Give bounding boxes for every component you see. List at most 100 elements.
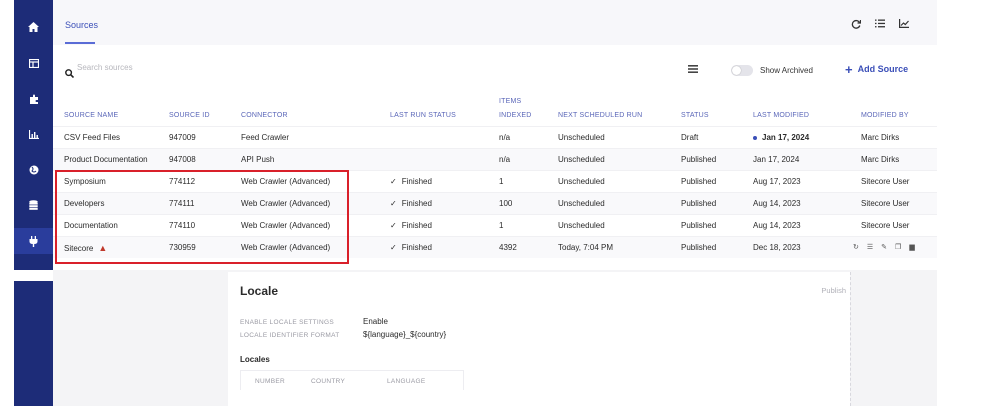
source-id: 947009 bbox=[169, 133, 196, 142]
table-row[interactable]: Product Documentation 947008 API Push n/… bbox=[53, 148, 937, 170]
check-icon: ✓ bbox=[390, 221, 397, 230]
database-icon[interactable] bbox=[14, 192, 53, 218]
items-indexed: 100 bbox=[499, 199, 513, 208]
items-indexed: 1 bbox=[499, 177, 504, 186]
modified-by: Marc Dirks bbox=[861, 155, 900, 164]
sources-page: Sources Show Archived + Add Source bbox=[0, 0, 982, 406]
locale-format-label: LOCALE IDENTIFIER FORMAT bbox=[240, 332, 340, 339]
next-scheduled-run: Today, 7:04 PM bbox=[558, 243, 613, 252]
col-source-name[interactable]: SOURCE NAME bbox=[64, 110, 118, 121]
last-modified-value: Jan 17, 2024 bbox=[762, 133, 810, 142]
source-id: 947008 bbox=[169, 155, 196, 164]
side-navigation-lower bbox=[14, 281, 53, 406]
status: Draft bbox=[681, 133, 699, 142]
table-row[interactable]: CSV Feed Files 947009 Feed Crawler n/a U… bbox=[53, 126, 937, 148]
edit-icon[interactable]: ✎ bbox=[881, 243, 887, 251]
copy-icon[interactable]: ❐ bbox=[895, 243, 901, 251]
puzzle-icon[interactable] bbox=[14, 86, 53, 112]
locales-heading: Locales bbox=[240, 355, 270, 364]
add-source-button[interactable]: + Add Source bbox=[845, 61, 908, 77]
locale-panel: Locale Publish ENABLE LOCALE SETTINGS En… bbox=[228, 272, 850, 406]
table-header: SOURCE NAME SOURCE ID CONNECTOR LAST RUN… bbox=[53, 92, 937, 126]
home-icon[interactable] bbox=[14, 14, 53, 40]
last-modified: Dec 18, 2023 bbox=[753, 243, 801, 252]
publish-button[interactable]: Publish bbox=[821, 286, 846, 295]
search-input[interactable] bbox=[77, 63, 277, 72]
modified-by: Sitecore User bbox=[861, 199, 910, 208]
check-icon: ✓ bbox=[390, 199, 397, 208]
refresh-icon[interactable]: ↻ bbox=[853, 243, 859, 251]
layout-icon[interactable] bbox=[14, 50, 53, 76]
col-last-run-status[interactable]: LAST RUN STATUS bbox=[390, 110, 456, 121]
next-scheduled-run: Unscheduled bbox=[558, 221, 605, 230]
locale-title: Locale bbox=[240, 284, 279, 298]
plus-icon: + bbox=[845, 61, 853, 77]
row-actions: ↻ ☰ ✎ ❐ ▆ bbox=[853, 243, 915, 251]
modified-by: Marc Dirks bbox=[861, 133, 900, 142]
last-modified: Jan 17, 2024 bbox=[753, 133, 809, 142]
last-run-status: ✓ Finished bbox=[390, 221, 432, 230]
source-name[interactable]: CSV Feed Files bbox=[64, 133, 120, 142]
col-last-modified[interactable]: LAST MODIFIED bbox=[753, 110, 809, 121]
locale-format-value: ${language}_${country} bbox=[363, 330, 447, 339]
check-icon: ✓ bbox=[390, 177, 397, 186]
last-run-status: ✓ Finished bbox=[390, 243, 432, 252]
unsaved-dot-icon bbox=[753, 135, 757, 140]
next-scheduled-run: Unscheduled bbox=[558, 133, 605, 142]
last-modified: Aug 14, 2023 bbox=[753, 199, 801, 208]
col-next-scheduled-run[interactable]: NEXT SCHEDULED RUN bbox=[558, 110, 642, 121]
locales-table-header: NUMBER COUNTRY LANGUAGE bbox=[240, 370, 464, 390]
list-icon[interactable]: ☰ bbox=[867, 243, 873, 251]
col-source-id[interactable]: SOURCE ID bbox=[169, 110, 210, 121]
tab-sources[interactable]: Sources bbox=[65, 20, 98, 30]
col-modified-by[interactable]: MODIFIED BY bbox=[861, 110, 909, 121]
check-icon: ✓ bbox=[390, 243, 397, 252]
list-toggle-icon[interactable] bbox=[688, 65, 698, 76]
show-archived-toggle[interactable] bbox=[731, 65, 753, 76]
col-connector[interactable]: CONNECTOR bbox=[241, 110, 288, 121]
last-run-status-value: Finished bbox=[401, 177, 432, 186]
highlight-box bbox=[55, 170, 349, 264]
status: Published bbox=[681, 199, 717, 208]
col-number: NUMBER bbox=[255, 378, 285, 385]
last-run-status: ✓ Finished bbox=[390, 177, 432, 186]
items-indexed: n/a bbox=[499, 155, 511, 164]
side-navigation bbox=[14, 0, 53, 270]
plug-icon[interactable] bbox=[14, 228, 53, 254]
modified-by: Sitecore User bbox=[861, 221, 910, 230]
connector: API Push bbox=[241, 155, 275, 164]
list-view-icon[interactable] bbox=[875, 19, 885, 32]
last-modified: Aug 17, 2023 bbox=[753, 177, 801, 186]
status: Published bbox=[681, 243, 717, 252]
items-indexed: 4392 bbox=[499, 243, 517, 252]
enable-locale-label: ENABLE LOCALE SETTINGS bbox=[240, 319, 335, 326]
modified-by: Sitecore User bbox=[861, 177, 910, 186]
last-run-status-value: Finished bbox=[401, 199, 432, 208]
col-items-indexed-line2[interactable]: INDEXED bbox=[499, 110, 532, 121]
status: Published bbox=[681, 177, 717, 186]
status: Published bbox=[681, 155, 717, 164]
items-indexed: n/a bbox=[499, 133, 511, 142]
chart-icon[interactable] bbox=[14, 121, 53, 147]
next-scheduled-run: Unscheduled bbox=[558, 177, 605, 186]
archive-icon[interactable]: ▆ bbox=[909, 243, 914, 251]
last-modified: Aug 14, 2023 bbox=[753, 221, 801, 230]
col-language: LANGUAGE bbox=[387, 378, 426, 385]
last-run-status-value: Finished bbox=[401, 243, 432, 252]
toggle-knob bbox=[732, 66, 741, 75]
panel-divider bbox=[850, 272, 851, 406]
refresh-icon[interactable] bbox=[851, 19, 862, 32]
col-items-indexed-line1[interactable]: ITEMS bbox=[499, 96, 521, 107]
source-name[interactable]: Product Documentation bbox=[64, 155, 148, 164]
col-country: COUNTRY bbox=[311, 378, 346, 385]
top-actions bbox=[851, 19, 909, 32]
col-status[interactable]: STATUS bbox=[681, 110, 709, 121]
last-modified: Jan 17, 2024 bbox=[753, 155, 800, 164]
enable-locale-value: Enable bbox=[363, 317, 388, 326]
show-archived-label: Show Archived bbox=[760, 66, 813, 75]
next-scheduled-run: Unscheduled bbox=[558, 155, 605, 164]
last-run-status-value: Finished bbox=[401, 221, 432, 230]
analytics-icon[interactable] bbox=[899, 19, 909, 32]
items-indexed: 1 bbox=[499, 221, 504, 230]
globe-icon[interactable] bbox=[14, 157, 53, 183]
